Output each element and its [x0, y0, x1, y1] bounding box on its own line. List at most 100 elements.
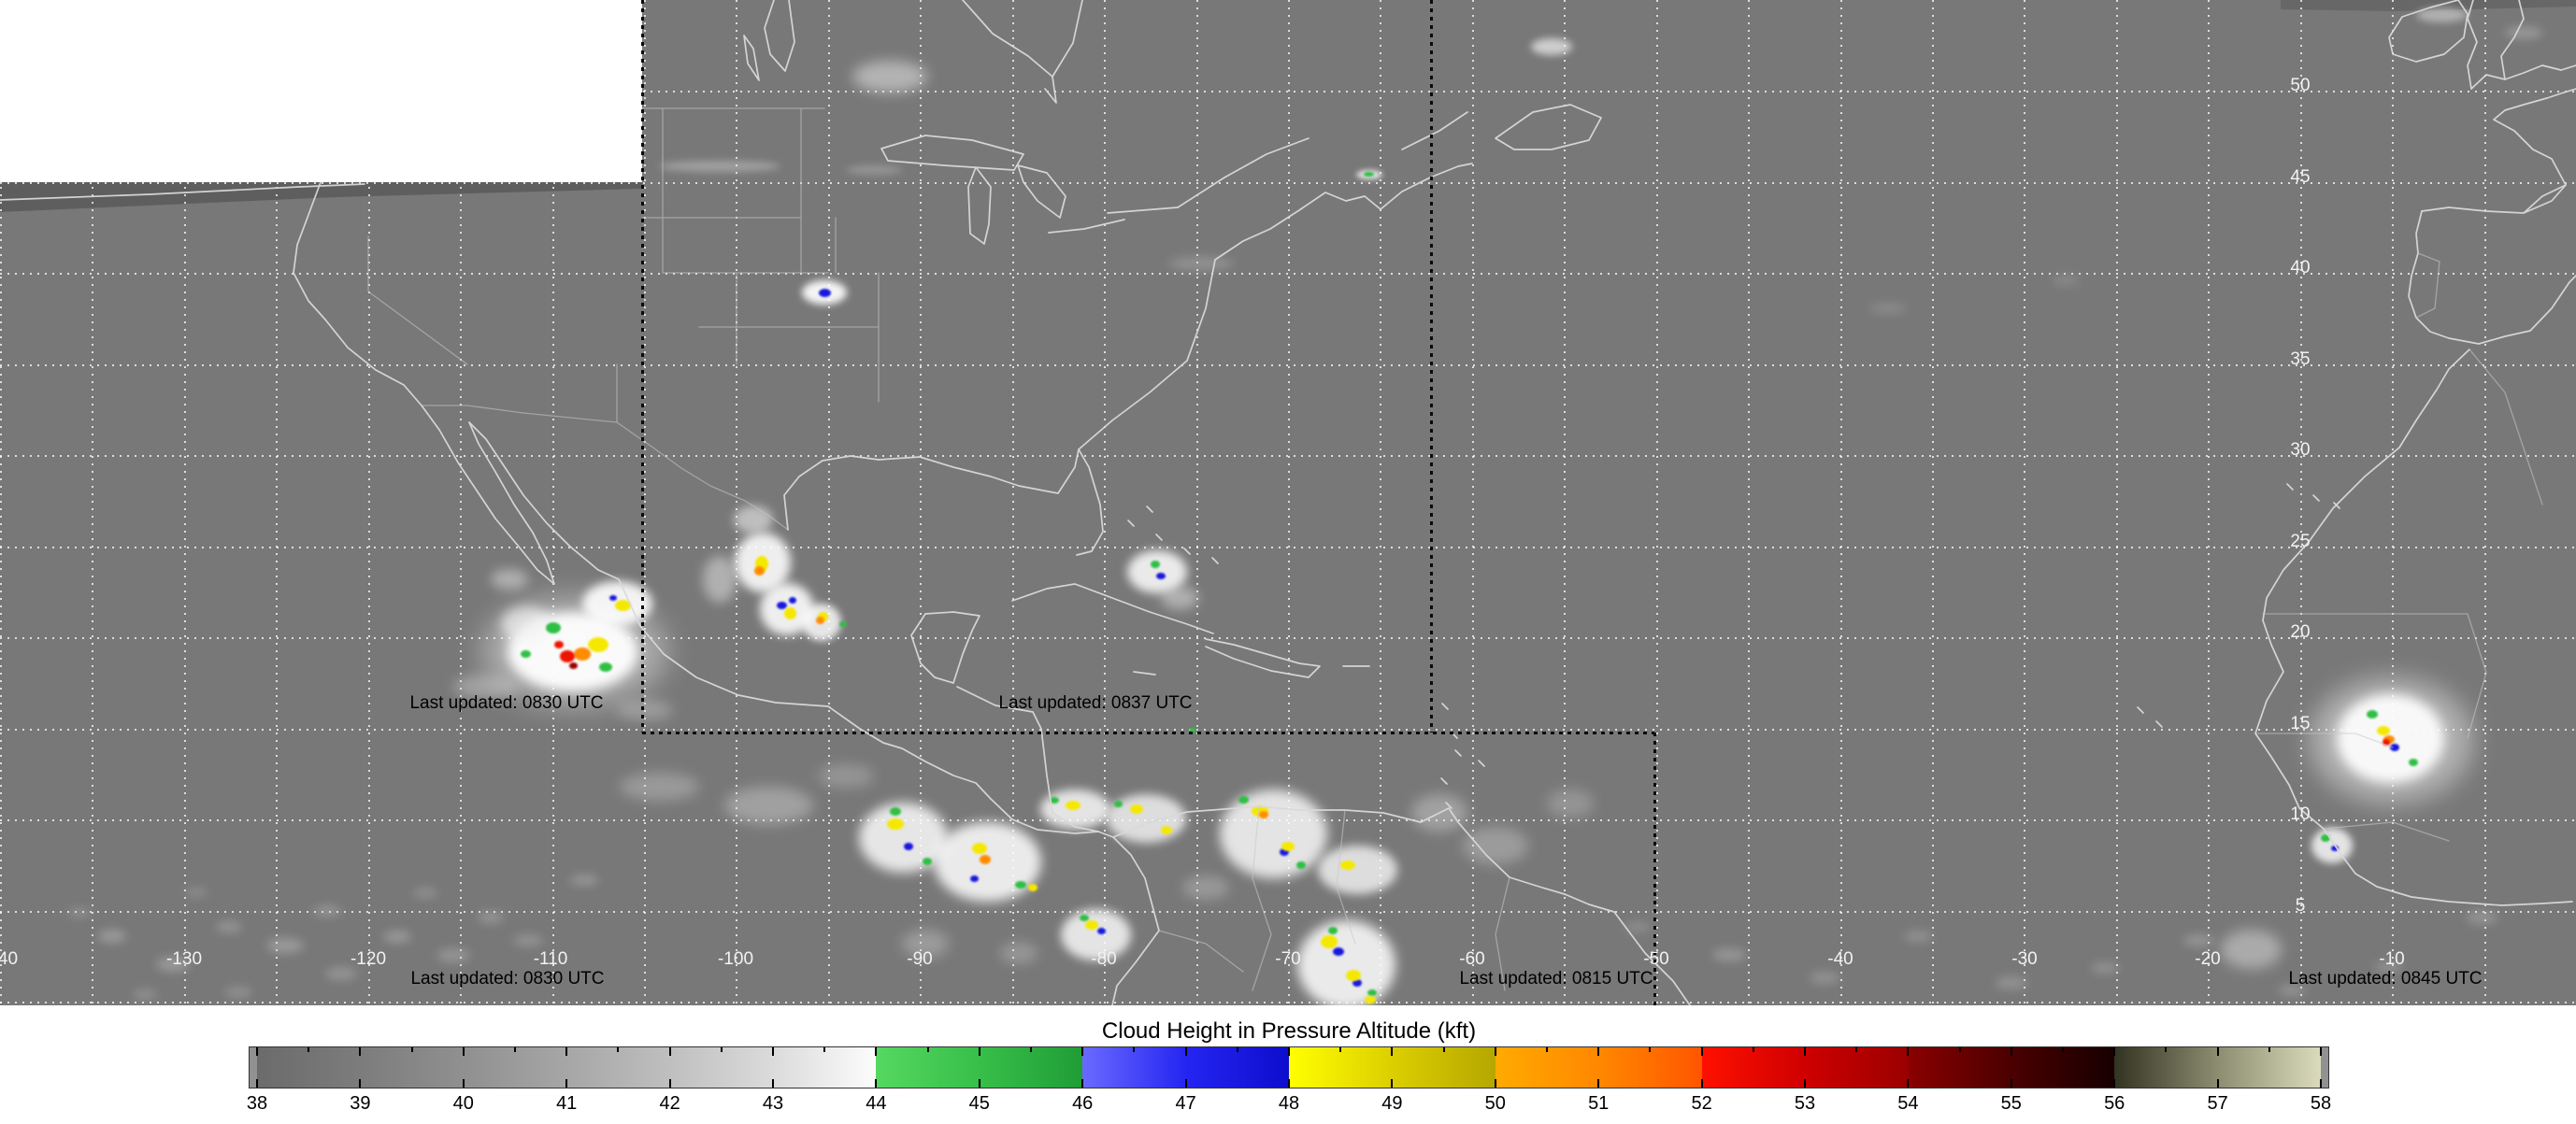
colorbar-minor-tick: [823, 1047, 825, 1052]
colorbar-tick: [2011, 1079, 2012, 1088]
colorbar-tick: [875, 1079, 877, 1088]
colorbar-tick: [772, 1079, 774, 1088]
colorbar-tick: [669, 1079, 671, 1088]
colorbar-tick: [359, 1047, 361, 1056]
colorbar-segment: [1598, 1047, 1701, 1088]
longitude-label: -30: [2011, 949, 2037, 970]
colorbar-legend: Cloud Height in Pressure Altitude (kft) …: [0, 1005, 2576, 1124]
longitude-label: -70: [1275, 949, 1300, 970]
colorbar-tick: [979, 1079, 980, 1088]
colorbar-minor-tick: [2268, 1047, 2270, 1052]
latitude-label: 30: [2279, 440, 2322, 461]
latitude-label: 35: [2279, 349, 2322, 370]
colorbar-tick: [463, 1079, 465, 1088]
colorbar-tick: [1081, 1047, 1083, 1056]
colorbar-tick: [359, 1079, 361, 1088]
colorbar-tick-label: 44: [848, 1093, 904, 1115]
latitude-label: 50: [2279, 76, 2322, 96]
longitude-label: -140: [0, 949, 18, 970]
colorbar-tick: [2011, 1047, 2012, 1056]
colorbar-tick: [772, 1047, 774, 1056]
colorbar-tick-label: 55: [1983, 1093, 2039, 1115]
colorbar-minor-tick: [1649, 1047, 1651, 1052]
latitude-label: 10: [2279, 804, 2322, 825]
colorbar-tick-label: 40: [436, 1093, 492, 1115]
colorbar-tick: [1907, 1079, 1909, 1088]
colorbar-tick-label: 42: [642, 1093, 698, 1115]
colorbar-tick: [1597, 1047, 1599, 1056]
last-updated-label: Last updated: 0815 UTC: [1459, 969, 1653, 989]
colorbar-segment: [1496, 1047, 1598, 1088]
colorbar-title: Cloud Height in Pressure Altitude (kft): [1009, 1018, 1569, 1045]
colorbar-tick: [2113, 1079, 2115, 1088]
last-updated-label: Last updated: 0830 UTC: [409, 693, 603, 714]
last-updated-label: Last updated: 0845 UTC: [2288, 969, 2482, 989]
colorbar-tick: [1804, 1047, 1806, 1056]
colorbar-segment: [1909, 1047, 2011, 1088]
colorbar-end-cap: [2321, 1047, 2328, 1088]
last-updated-label: Last updated: 0837 UTC: [998, 693, 1192, 714]
satellite-cloud-height-composite: -140-130-120-110-100-90-80-70-60-50-40-3…: [0, 0, 2576, 1124]
longitude-label: -40: [1827, 949, 1853, 970]
longitude-label: -80: [1091, 949, 1116, 970]
colorbar-tick: [565, 1079, 567, 1088]
colorbar-tick-label: 48: [1261, 1093, 1317, 1115]
colorbar-minor-tick: [1443, 1047, 1445, 1052]
colorbar-segment: [360, 1047, 463, 1088]
colorbar-tick-label: 58: [2293, 1093, 2349, 1115]
longitude-label: -60: [1459, 949, 1484, 970]
colorbar-tick-label: 38: [229, 1093, 285, 1115]
latitude-label: 25: [2279, 532, 2322, 552]
colorbar-minor-tick: [1546, 1047, 1548, 1052]
colorbar-minor-tick: [514, 1047, 516, 1052]
colorbar-tick-label: 52: [1674, 1093, 1730, 1115]
longitude-label: -50: [1643, 949, 1668, 970]
political-borders: [313, 108, 2542, 990]
latitude-label: 20: [2279, 622, 2322, 643]
colorbar-segment: [2011, 1047, 2114, 1088]
colorbar-segment: [980, 1047, 1082, 1088]
colorbar-tick-label: 50: [1467, 1093, 1524, 1115]
colorbar-tick-label: 45: [952, 1093, 1008, 1115]
colorbar-tick: [1391, 1047, 1393, 1056]
cloud-height-map: -140-130-120-110-100-90-80-70-60-50-40-3…: [0, 0, 2576, 1005]
colorbar-segment: [1289, 1047, 1392, 1088]
colorbar-minor-tick: [1030, 1047, 1032, 1052]
colorbar-tick: [565, 1047, 567, 1056]
colorbar-tick: [1185, 1079, 1187, 1088]
colorbar-minor-tick: [927, 1047, 929, 1052]
colorbar-tick-label: 39: [332, 1093, 388, 1115]
longitude-label: -110: [534, 949, 568, 970]
colorbar-segment: [1805, 1047, 1908, 1088]
colorbar-tick-label: 51: [1570, 1093, 1626, 1115]
longitude-label: -20: [2195, 949, 2220, 970]
colorbar-minor-tick: [1133, 1047, 1135, 1052]
colorbar-segment: [1392, 1047, 1495, 1088]
colorbar-tick-label: 46: [1054, 1093, 1110, 1115]
colorbar-tick-label: 56: [2086, 1093, 2142, 1115]
latitude-label: 5: [2279, 896, 2322, 917]
last-updated-label: Last updated: 0830 UTC: [410, 969, 604, 989]
colorbar-tick: [1081, 1079, 1083, 1088]
colorbar-tick: [256, 1079, 258, 1088]
colorbar-minor-tick: [1959, 1047, 1961, 1052]
colorbar-tick-label: 43: [745, 1093, 801, 1115]
colorbar-tick: [2217, 1047, 2219, 1056]
colorbar-minor-tick: [2062, 1047, 2064, 1052]
colorbar-minor-tick: [1237, 1047, 1238, 1052]
colorbar-minor-tick: [2165, 1047, 2167, 1052]
colorbar-tick-label: 41: [538, 1093, 594, 1115]
colorbar-tick: [1495, 1079, 1496, 1088]
colorbar-tick-label: 54: [1880, 1093, 1936, 1115]
colorbar-tick: [1288, 1047, 1290, 1056]
colorbar-minor-tick: [721, 1047, 723, 1052]
colorbar-tick: [669, 1047, 671, 1056]
latitude-label: 45: [2279, 167, 2322, 188]
colorbar-tick: [1391, 1079, 1393, 1088]
colorbar-segment: [773, 1047, 876, 1088]
colorbar-tick: [1185, 1047, 1187, 1056]
latitude-label: 15: [2279, 714, 2322, 734]
colorbar-tick: [1288, 1079, 1290, 1088]
colorbar-minor-tick: [411, 1047, 413, 1052]
colorbar-tick: [2320, 1079, 2322, 1088]
